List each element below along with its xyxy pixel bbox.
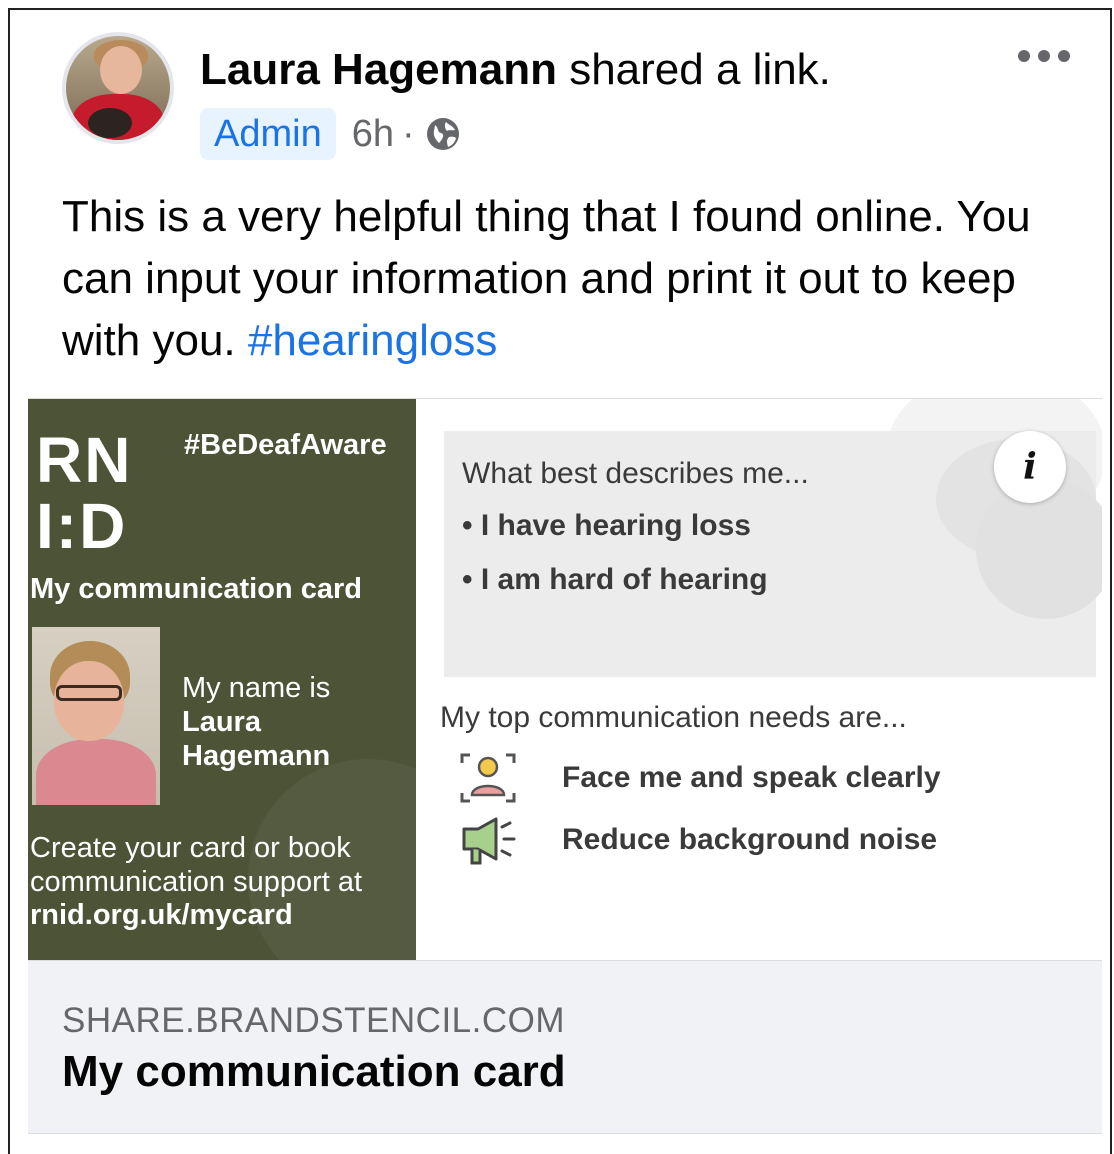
post-header: Laura Hagemann shared a link. [200,44,831,96]
create-card-text: Create your card or book communication s… [30,832,363,898]
post-body-text: This is a very helpful thing that I foun… [62,192,1031,365]
name-value: Laura Hagemann [182,706,331,772]
globe-icon[interactable] [425,116,461,152]
campaign-tag: #BeDeafAware [184,429,387,461]
card-title: My communication card [30,573,362,605]
author-name[interactable]: Laura Hagemann [200,45,557,94]
link-domain: SHARE.BRANDSTENCIL.COM [62,1001,566,1040]
profile-photo [32,627,160,805]
need-label: Reduce background noise [562,823,938,856]
card-url: rnid.org.uk/mycard [30,899,293,931]
describes-title: What best describes me... [462,457,809,490]
meta-separator: · [402,112,415,155]
link-preview-footer[interactable]: SHARE.BRANDSTENCIL.COM My communication … [28,960,1102,1134]
face-frame-icon [460,753,516,803]
needs-title: My top communication needs are... [440,701,907,734]
describes-item: • I have hearing loss [462,509,751,542]
more-options-icon[interactable] [1018,50,1070,64]
link-title[interactable]: My communication card [62,1047,566,1097]
admin-badge[interactable]: Admin [200,108,336,160]
author-avatar[interactable] [62,32,174,144]
post-timestamp[interactable]: 6h [352,113,394,156]
rnid-logo: RN I:D [36,424,133,562]
megaphone-icon [462,817,516,865]
card-left-panel: RN I:D #BeDeafAware My communication car… [28,399,416,961]
need-label: Face me and speak clearly [562,761,941,794]
post-action-text: shared a link. [556,45,831,94]
link-preview-image[interactable]: RN I:D #BeDeafAware My communication car… [28,398,1102,961]
card-right-panel: i What best describes me... • I have hea… [416,399,1102,961]
post-meta: Admin 6h · [200,108,461,160]
info-icon[interactable]: i [994,431,1066,503]
hashtag-link[interactable]: #hearingloss [248,316,498,365]
describes-item: • I am hard of hearing [462,563,768,596]
post-body: This is a very helpful thing that I foun… [62,186,1082,372]
name-intro: My name is [182,672,331,704]
